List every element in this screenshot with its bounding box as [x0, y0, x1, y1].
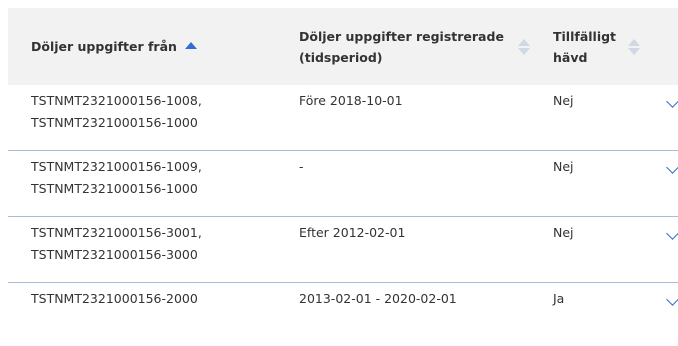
table-row[interactable]: TSTNMT2321000156-3001, TSTNMT2321000156-… [8, 217, 678, 283]
sort-icon [517, 38, 530, 56]
table-row[interactable]: TSTNMT2321000156-1008, TSTNMT2321000156-… [8, 85, 678, 151]
column-header-temporarily-lifted[interactable]: Tillfälligt hävd [553, 8, 641, 85]
expand-row-chevron-icon[interactable] [666, 95, 678, 108]
cell-from: TSTNMT2321000156-2000 [31, 291, 198, 306]
cell-temporarily-lifted: Nej [553, 159, 574, 174]
expand-row-chevron-icon[interactable] [666, 161, 678, 174]
sort-ascending-icon [184, 38, 197, 56]
expand-row-chevron-icon[interactable] [666, 227, 678, 240]
sort-icon [628, 38, 641, 56]
table-header: Döljer uppgifter från Döljer uppgifter r… [8, 8, 678, 85]
column-header-temporarily-lifted-label: Tillfälligt hävd [553, 28, 617, 65]
column-header-from[interactable]: Döljer uppgifter från [31, 8, 197, 85]
cell-period: Efter 2012-02-01 [299, 225, 406, 240]
column-header-period[interactable]: Döljer uppgifter registrerade (tidsperio… [299, 8, 530, 85]
table-row[interactable]: TSTNMT2321000156-2000 2013-02-01 - 2020-… [8, 283, 678, 346]
cell-period: 2013-02-01 - 2020-02-01 [299, 291, 457, 306]
column-header-period-label: Döljer uppgifter registrerade (tidsperio… [299, 28, 504, 65]
cell-from: TSTNMT2321000156-3001, TSTNMT2321000156-… [31, 225, 202, 262]
table-row[interactable]: TSTNMT2321000156-1009, TSTNMT2321000156-… [8, 151, 678, 217]
cell-from: TSTNMT2321000156-1008, TSTNMT2321000156-… [31, 93, 202, 130]
expand-row-chevron-icon[interactable] [666, 293, 678, 306]
cell-period: Före 2018-10-01 [299, 93, 403, 108]
cell-period: - [299, 159, 304, 174]
hidden-records-table: Döljer uppgifter från Döljer uppgifter r… [0, 0, 678, 346]
cell-from: TSTNMT2321000156-1009, TSTNMT2321000156-… [31, 159, 202, 196]
cell-temporarily-lifted: Ja [553, 291, 565, 306]
column-header-from-label: Döljer uppgifter från [31, 39, 177, 54]
cell-temporarily-lifted: Nej [553, 93, 574, 108]
cell-temporarily-lifted: Nej [553, 225, 574, 240]
